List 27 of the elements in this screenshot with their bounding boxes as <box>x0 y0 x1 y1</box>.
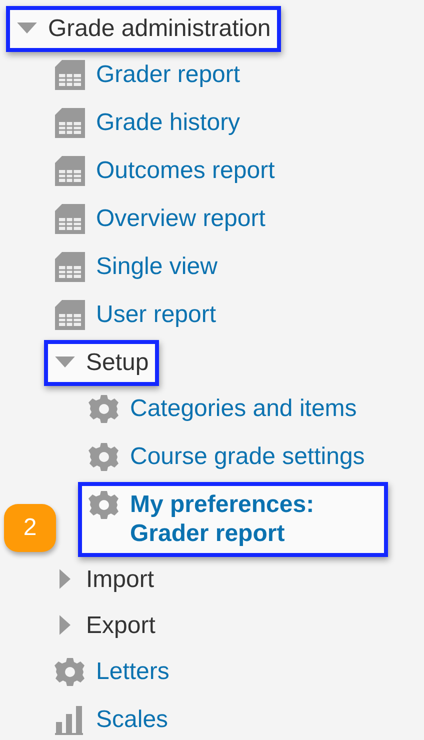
report-icon <box>54 251 86 283</box>
tree-link[interactable]: Scales <box>96 705 168 734</box>
tree-link[interactable]: Single view <box>96 252 218 281</box>
tree-link[interactable]: Letters <box>96 657 170 686</box>
tree-link[interactable]: My preferences: Grader report <box>130 490 378 548</box>
tree-link[interactable]: Grade history <box>96 108 240 137</box>
tree-item[interactable]: Grade administration <box>48 14 271 43</box>
step-badge: 2 <box>4 504 56 552</box>
tree-link[interactable]: Outcomes report <box>96 156 275 185</box>
tree-link[interactable]: User report <box>96 300 216 329</box>
tree-link[interactable]: Overview report <box>96 204 266 233</box>
tree-link[interactable]: Grader report <box>96 60 240 89</box>
tree-link[interactable]: Course grade settings <box>130 442 365 471</box>
bar-chart-icon <box>54 704 86 736</box>
tree-link[interactable]: Categories and items <box>130 394 357 423</box>
tree-item[interactable]: Export <box>86 611 156 640</box>
gear-icon <box>88 393 120 425</box>
report-icon <box>54 203 86 235</box>
gear-icon <box>88 441 120 473</box>
report-icon <box>54 299 86 331</box>
report-icon <box>54 59 86 91</box>
report-icon <box>54 107 86 139</box>
gear-icon <box>54 656 86 688</box>
gear-icon <box>88 489 120 521</box>
tree-item[interactable]: Setup <box>86 348 149 377</box>
report-icon <box>54 155 86 187</box>
tree-item[interactable]: Import <box>86 565 154 594</box>
